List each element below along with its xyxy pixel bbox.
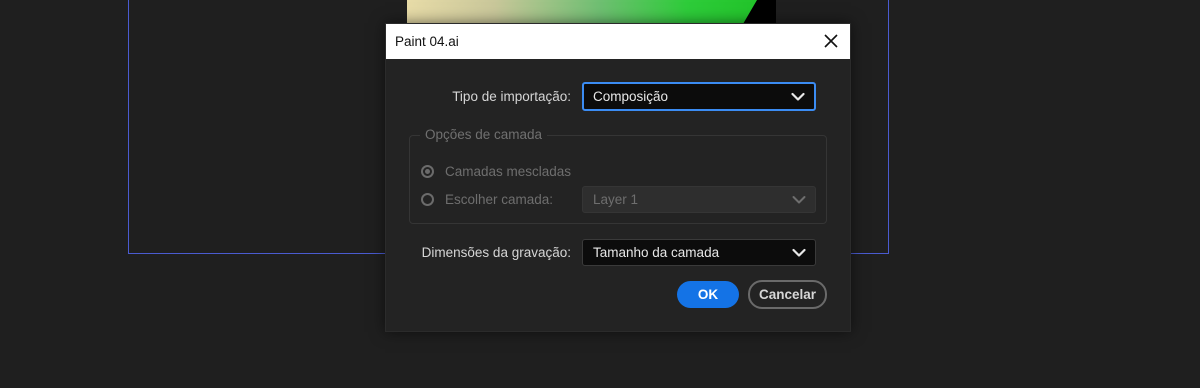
import-type-label: Tipo de importação: [452,89,571,104]
dialog-titlebar: Paint 04.ai [386,24,850,59]
footage-dimensions-label: Dimensões da gravação: [421,245,571,260]
preview-gradient [407,0,757,24]
close-icon [824,34,838,48]
radio-icon [421,193,434,206]
chevron-down-icon [792,195,806,203]
chevron-down-icon [792,248,806,257]
import-type-select[interactable]: Composição [582,82,816,111]
radio-icon [421,165,434,178]
choose-layer-value: Layer 1 [593,192,639,207]
import-dialog: Paint 04.ai Tipo de importação: Composiç… [385,23,851,332]
dialog-title: Paint 04.ai [395,34,459,49]
layer-options-legend: Opções de camada [420,127,548,142]
cancel-button[interactable]: Cancelar [748,280,827,309]
layer-options-group: Opções de camada Camadas mescladas Escol… [409,127,827,224]
merged-layers-label: Camadas mescladas [445,164,572,179]
choose-layer-option[interactable]: Escolher camada: [421,192,553,207]
merged-layers-option[interactable]: Camadas mescladas [421,164,571,179]
import-type-value: Composição [593,89,669,104]
choose-layer-label: Escolher camada: [445,192,554,207]
footage-dimensions-value: Tamanho da camada [593,245,720,260]
close-button[interactable] [820,30,842,52]
ok-button[interactable]: OK [677,281,739,308]
composition-preview-thumbnail [407,0,776,24]
footage-dimensions-select[interactable]: Tamanho da camada [582,239,816,266]
chevron-down-icon [791,92,805,101]
choose-layer-select[interactable]: Layer 1 [582,186,816,213]
